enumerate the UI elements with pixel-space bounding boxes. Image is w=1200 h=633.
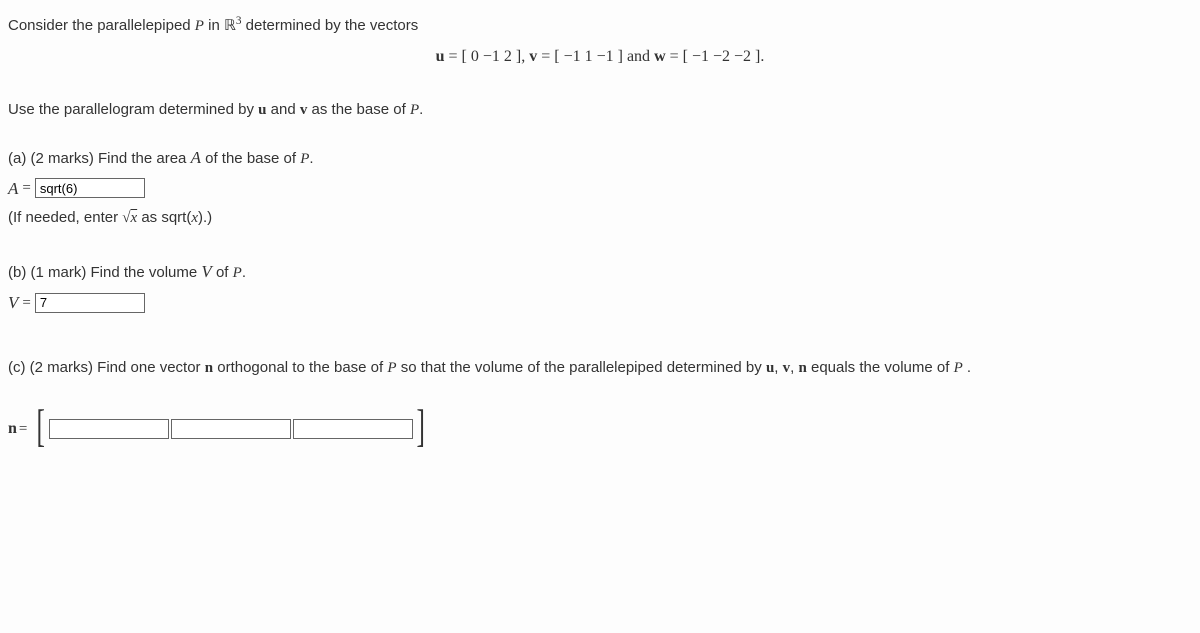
vector-equation: u = [ 0 −1 2 ], v = [ −1 1 −1 ] and w = …: [8, 44, 1192, 70]
b-eq-V: V: [8, 289, 18, 316]
area-input[interactable]: [35, 178, 145, 198]
eq-u-vec: [ 0 −1 2 ]: [462, 48, 522, 65]
b-V: V: [201, 262, 211, 281]
part-a: (a) (2 marks) Find the area A of the bas…: [8, 144, 1192, 230]
eq-eq1: =: [445, 48, 462, 65]
n2-input[interactable]: [171, 419, 291, 439]
part-c-prompt: (c) (2 marks) Find one vector n orthogon…: [8, 356, 1192, 380]
b-of: of: [212, 264, 233, 281]
intro-text: Consider the parallelepiped: [8, 17, 195, 34]
part-c: (c) (2 marks) Find one vector n orthogon…: [8, 356, 1192, 449]
b-P: P: [233, 265, 242, 281]
c-label: (c) (2 marks) Find one vector: [8, 359, 205, 376]
part-b-prompt: (b) (1 mark) Find the volume V of P.: [8, 258, 1192, 285]
base-end: as the base of: [307, 101, 410, 118]
intro-suffix: determined by the vectors: [242, 17, 419, 34]
c-mid2: so that the volume of the parallelepiped…: [397, 359, 766, 376]
base-period: .: [419, 101, 423, 118]
hint-x2: x: [191, 210, 198, 226]
a-mid: of the base of: [201, 150, 300, 167]
a-eq-A: A: [8, 175, 18, 202]
base-text-1: Use the parallelogram determined by: [8, 101, 258, 118]
volume-input[interactable]: [35, 293, 145, 313]
n1-input[interactable]: [49, 419, 169, 439]
c-end: .: [963, 359, 971, 376]
hint-suffix: ).): [198, 209, 212, 226]
b-eq-sign: =: [22, 291, 30, 315]
eq-w: w: [654, 48, 666, 65]
c-n: n: [205, 360, 213, 376]
c-P: P: [387, 360, 396, 376]
a-period: .: [309, 150, 313, 167]
c-v: v: [783, 360, 791, 376]
a-eq-sign: =: [22, 176, 30, 200]
b-period: .: [242, 264, 246, 281]
part-c-answer-row: n = [ ]: [8, 408, 1192, 449]
c-n2: n: [798, 360, 806, 376]
hint-prefix: (If needed, enter: [8, 209, 122, 226]
a-A: A: [191, 148, 201, 167]
c-mid1: orthogonal to the base of: [213, 359, 387, 376]
intro-mid: in: [204, 17, 224, 34]
part-b: (b) (1 mark) Find the volume V of P. V =: [8, 258, 1192, 316]
eq-v-vec: [ −1 1 −1 ]: [554, 48, 623, 65]
problem-intro: Consider the parallelepiped P in ℝ3 dete…: [8, 12, 1192, 38]
right-bracket: ]: [416, 405, 424, 446]
left-bracket: [: [37, 405, 45, 446]
eq-and: and: [623, 48, 654, 65]
intro-r3: ℝ: [224, 18, 236, 34]
n3-input[interactable]: [293, 419, 413, 439]
vector-inputs: [49, 419, 413, 439]
n-eq: =: [19, 417, 27, 441]
sqrt-hint: (If needed, enter √x as sqrt(x).): [8, 206, 1192, 230]
c-c1: ,: [774, 359, 782, 376]
eq-u: u: [436, 48, 445, 65]
b-label: (b) (1 mark) Find the volume: [8, 264, 201, 281]
base-mid: and: [266, 101, 299, 118]
eq-eq3: =: [666, 48, 683, 65]
c-P2: P: [954, 360, 963, 376]
part-a-answer-row: A =: [8, 175, 1192, 202]
n-label: n: [8, 416, 17, 442]
intro-p: P: [195, 18, 204, 34]
eq-w-vec: [ −1 −2 −2 ].: [683, 48, 765, 65]
a-label: (a) (2 marks) Find the area: [8, 150, 191, 167]
part-a-prompt: (a) (2 marks) Find the area A of the bas…: [8, 144, 1192, 171]
base-instruction: Use the parallelogram determined by u an…: [8, 98, 1192, 122]
base-p: P: [410, 102, 419, 118]
hint-mid: as sqrt(: [137, 209, 191, 226]
a-P: P: [300, 151, 309, 167]
part-b-answer-row: V =: [8, 289, 1192, 316]
c-mid3: equals the volume of: [807, 359, 954, 376]
eq-eq2: =: [537, 48, 554, 65]
